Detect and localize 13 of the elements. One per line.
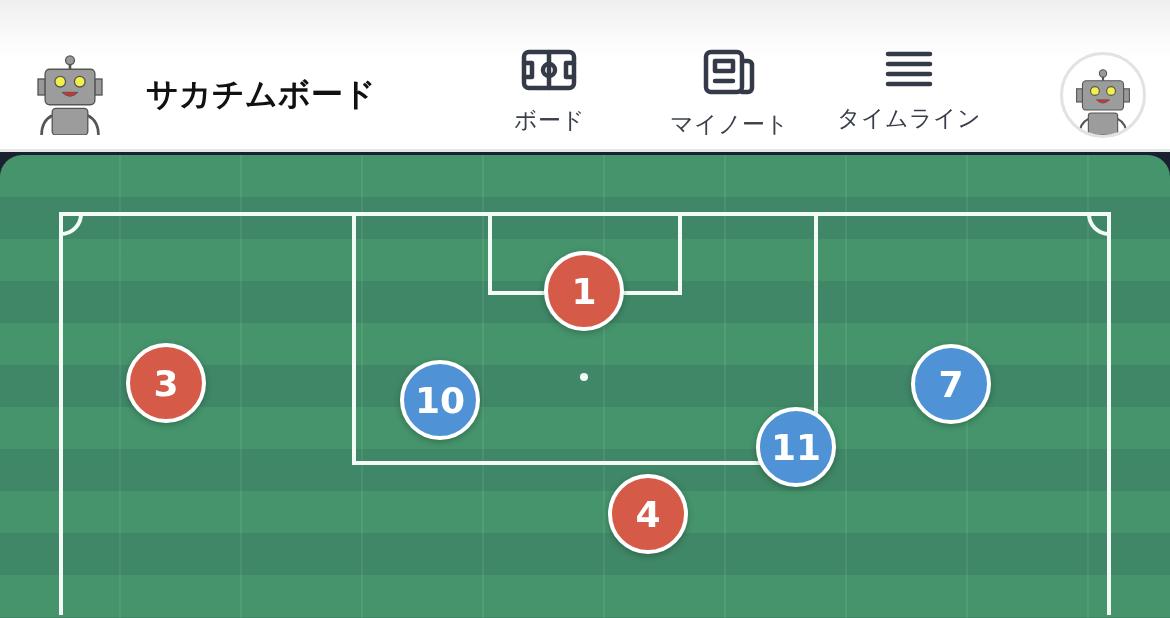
app-title: サカチムボード bbox=[146, 73, 376, 115]
player-marker[interactable]: 1 bbox=[544, 251, 624, 331]
player-marker[interactable]: 3 bbox=[126, 343, 206, 423]
player-marker[interactable]: 4 bbox=[608, 474, 688, 554]
player-marker[interactable]: 10 bbox=[400, 360, 480, 440]
pitch-icon bbox=[521, 49, 577, 91]
menu-icon bbox=[885, 49, 933, 89]
nav-tab[interactable]: マイノート bbox=[650, 49, 808, 140]
player-marker[interactable]: 7 bbox=[911, 344, 991, 424]
nav-tab[interactable]: タイムライン bbox=[830, 49, 988, 140]
nav-tab[interactable]: ボード bbox=[470, 49, 628, 140]
newspaper-icon bbox=[703, 49, 755, 95]
player-marker[interactable]: 11 bbox=[756, 407, 836, 487]
